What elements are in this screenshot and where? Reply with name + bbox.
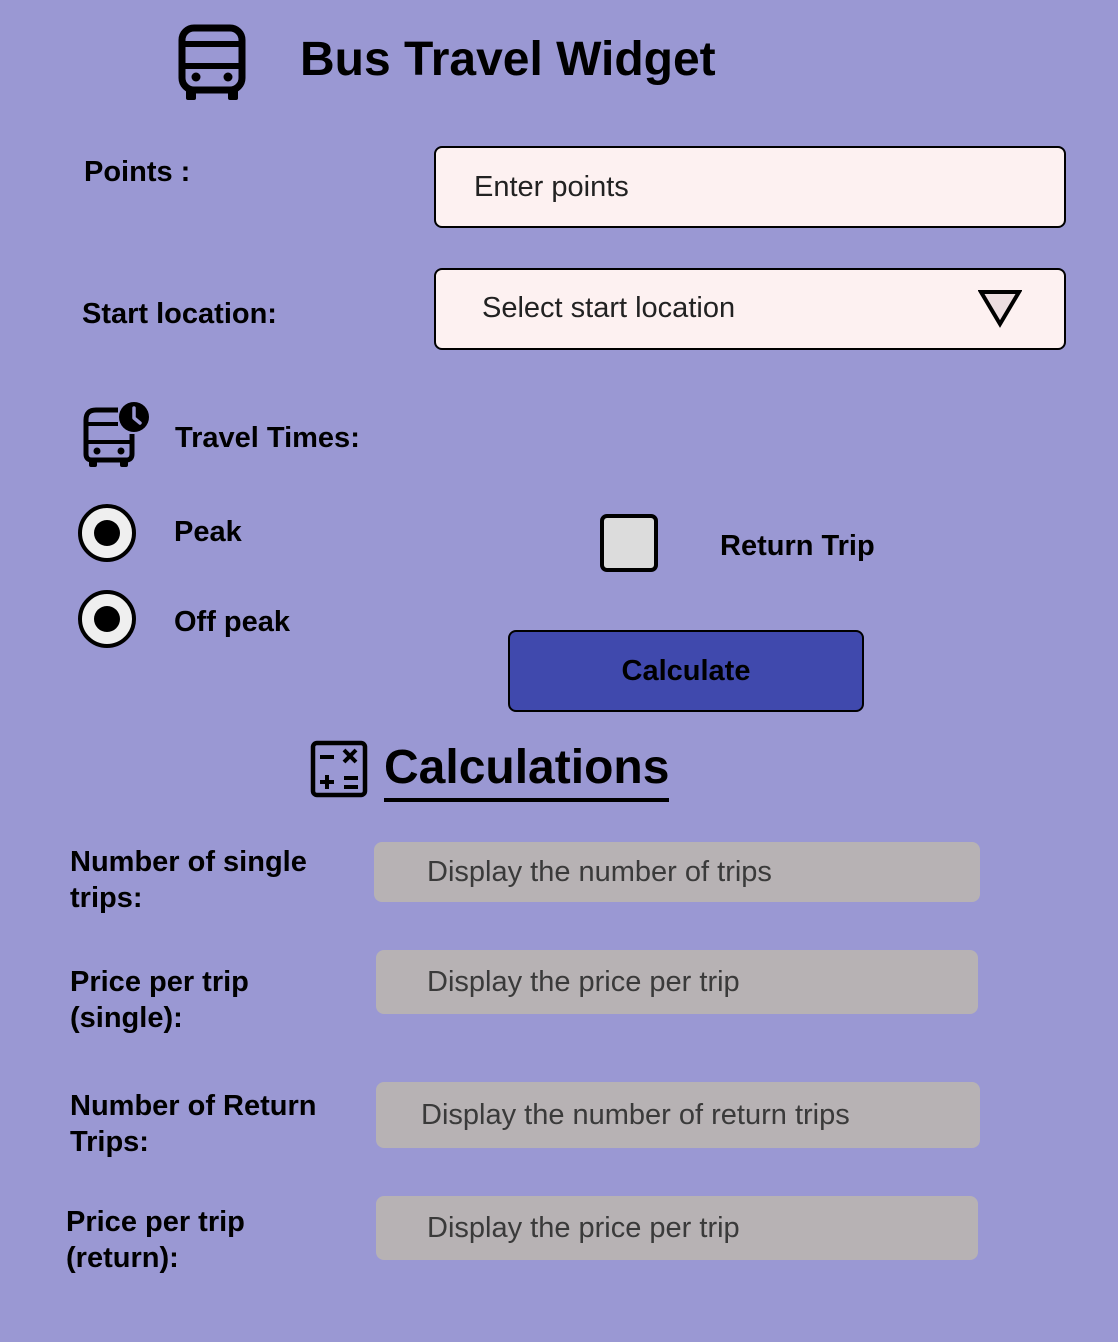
- bus-icon: [176, 22, 248, 102]
- bus-clock-icon: [82, 400, 152, 470]
- peak-radio[interactable]: [78, 504, 136, 562]
- return-price-placeholder: Display the price per trip: [427, 1211, 740, 1244]
- calculate-button[interactable]: Calculate: [508, 630, 864, 712]
- start-location-label: Start location:: [82, 298, 277, 330]
- points-label: Points :: [84, 156, 191, 188]
- travel-times-label: Travel Times:: [175, 422, 360, 454]
- off-peak-radio[interactable]: [78, 590, 136, 648]
- off-peak-radio-dot: [94, 606, 120, 632]
- calculator-icon: [310, 740, 368, 798]
- peak-radio-dot: [94, 520, 120, 546]
- calculations-title: Calculations: [384, 738, 670, 802]
- off-peak-label: Off peak: [174, 606, 291, 638]
- single-trips-placeholder: Display the number of trips: [427, 855, 772, 888]
- calculate-button-label: Calculate: [621, 654, 751, 687]
- return-trip-checkbox[interactable]: [600, 514, 658, 572]
- single-price-label: Price per trip (single):: [70, 966, 249, 1034]
- peak-label: Peak: [174, 516, 242, 548]
- single-price-placeholder: Display the price per trip: [427, 965, 740, 998]
- return-trip-label: Return Trip: [720, 530, 875, 562]
- points-input[interactable]: [434, 146, 1066, 228]
- return-price-label: Price per trip (return):: [66, 1206, 245, 1274]
- return-trips-output: Display the number of return trips: [376, 1082, 980, 1148]
- page-title: Bus Travel Widget: [300, 33, 716, 86]
- return-trips-label: Number of Return Trips:: [70, 1090, 317, 1158]
- start-location-placeholder: Select start location: [482, 292, 736, 324]
- single-trips-label: Number of single trips:: [70, 846, 307, 914]
- return-price-output: Display the price per trip: [376, 1196, 978, 1260]
- return-trips-placeholder: Display the number of return trips: [421, 1098, 850, 1131]
- start-location-select[interactable]: Select start location: [434, 268, 1066, 350]
- triangle-down-icon[interactable]: [977, 286, 1023, 330]
- single-price-output: Display the price per trip: [376, 950, 978, 1014]
- single-trips-output: Display the number of trips: [374, 842, 980, 902]
